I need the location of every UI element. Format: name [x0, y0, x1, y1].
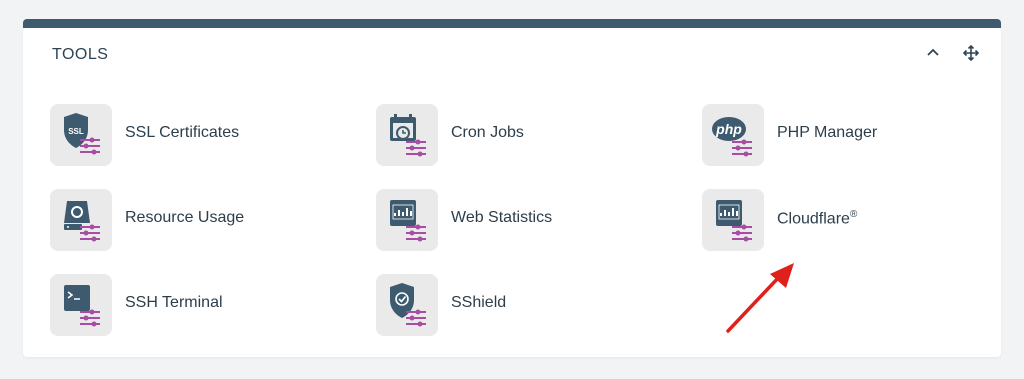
panel-title: TOOLS	[52, 46, 109, 63]
tool-label: Resource Usage	[125, 209, 245, 226]
tool-label: SShield	[451, 294, 507, 311]
svg-text:php: php	[715, 121, 742, 137]
tool-ssh-terminal[interactable]: SSH Terminal	[50, 274, 376, 357]
tools-grid: SSL SSL Certificates Cron Jobs php PHP M…	[50, 104, 1001, 357]
move-arrows-icon	[963, 45, 979, 61]
tool-label: Cloudflare®	[777, 209, 857, 228]
panel-controls	[925, 45, 979, 61]
stats-monitor-icon	[376, 189, 438, 251]
terminal-icon	[50, 274, 112, 336]
tool-label: Cron Jobs	[451, 124, 524, 141]
tools-panel: TOOLS SSL SSL Certificates Cron Jobs php…	[23, 19, 1001, 357]
php-icon: php	[702, 104, 764, 166]
stats-monitor-icon	[702, 189, 764, 251]
collapse-button[interactable]	[925, 45, 941, 61]
hard-drive-icon	[50, 189, 112, 251]
tool-php-manager[interactable]: php PHP Manager	[702, 104, 1001, 189]
tool-cron-jobs[interactable]: Cron Jobs	[376, 104, 702, 189]
tool-ssl-certificates[interactable]: SSL SSL Certificates	[50, 104, 376, 189]
annotation-arrow	[726, 263, 794, 333]
tool-sshield[interactable]: SShield	[376, 274, 702, 357]
tool-label: SSH Terminal	[125, 294, 223, 311]
shield-check-icon	[376, 274, 438, 336]
move-handle[interactable]	[963, 45, 979, 61]
calendar-clock-icon	[376, 104, 438, 166]
tool-label-text: Cloudflare	[777, 210, 850, 228]
tool-label: PHP Manager	[777, 124, 878, 141]
panel-accent-bar	[23, 19, 1001, 28]
svg-text:SSL: SSL	[68, 127, 84, 136]
tool-resource-usage[interactable]: Resource Usage	[50, 189, 376, 274]
tool-label: Web Statistics	[451, 209, 553, 226]
tool-label: SSL Certificates	[125, 124, 240, 141]
registered-mark: ®	[849, 209, 858, 220]
chevron-up-icon	[927, 48, 939, 56]
tool-web-statistics[interactable]: Web Statistics	[376, 189, 702, 274]
ssl-shield-icon: SSL	[50, 104, 112, 166]
